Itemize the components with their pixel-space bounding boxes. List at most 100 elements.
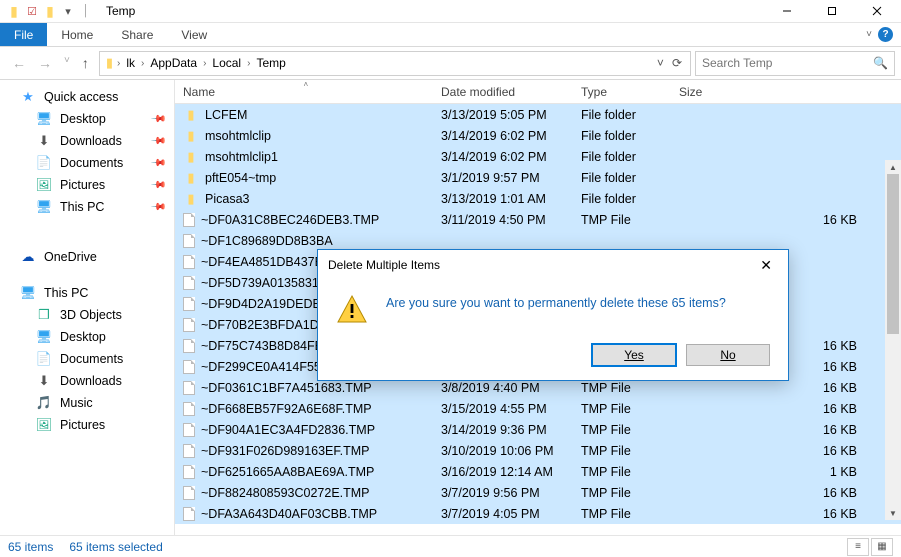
column-size[interactable]: Size	[671, 80, 901, 103]
breadcrumb-segment[interactable]: lk	[122, 56, 139, 70]
search-input[interactable]	[702, 56, 873, 70]
file-row[interactable]: ~DF931F026D989163EF.TMP3/10/2019 10:06 P…	[175, 440, 901, 461]
chevron-right-icon[interactable]: ›	[141, 58, 144, 69]
dialog-body: Are you sure you want to permanently del…	[318, 280, 788, 344]
sidebar-item[interactable]: ❒3D Objects	[0, 304, 174, 326]
breadcrumb-segment[interactable]: Temp	[252, 56, 289, 70]
pin-icon: 📌	[149, 111, 166, 128]
pic-icon: 🖼	[36, 417, 52, 433]
delete-confirmation-dialog: Delete Multiple Items ✕ Are you sure you…	[317, 249, 789, 381]
quick-access-header[interactable]: ★ Quick access	[0, 86, 174, 108]
scroll-down-icon[interactable]: ▼	[885, 506, 901, 520]
qat-item[interactable]: ☑	[24, 3, 40, 19]
view-thumbnails-button[interactable]: ▦	[871, 538, 893, 556]
view-details-button[interactable]: ≡	[847, 538, 869, 556]
back-button[interactable]: ←	[12, 55, 26, 71]
file-row[interactable]: ▮Picasa33/13/2019 1:01 AMFile folder	[175, 188, 901, 209]
maximize-button[interactable]	[809, 0, 854, 22]
music-icon: 🎵	[36, 395, 52, 411]
qat-overflow[interactable]: ▾	[60, 3, 76, 19]
tab-view[interactable]: View	[167, 23, 221, 46]
file-row[interactable]: ~DFA3A643D40AF03CBB.TMP3/7/2019 4:05 PMT…	[175, 503, 901, 524]
sidebar-item-label: Pictures	[60, 178, 105, 192]
scroll-up-icon[interactable]: ▲	[885, 160, 901, 174]
chevron-right-icon[interactable]: ›	[117, 58, 120, 69]
nav-arrows: ← → ˅ ↑	[6, 55, 95, 71]
column-date[interactable]: Date modified	[433, 80, 573, 103]
yes-button[interactable]: Yes	[592, 344, 676, 366]
window-controls	[764, 0, 899, 22]
desktop-icon: 🖥	[36, 111, 52, 127]
sidebar-item[interactable]: ⬇Downloads	[0, 370, 174, 392]
file-icon	[183, 381, 195, 395]
file-row[interactable]: ~DF6251665AA8BAE69A.TMP3/16/2019 12:14 A…	[175, 461, 901, 482]
tab-home[interactable]: Home	[47, 23, 107, 46]
ribbon-expand-icon[interactable]: ˅	[866, 29, 872, 40]
sidebar-item[interactable]: 🖥This PC📌	[0, 196, 174, 218]
file-row[interactable]: ~DF8824808593C0272E.TMP3/7/2019 9:56 PMT…	[175, 482, 901, 503]
file-row[interactable]: ~DF904A1EC3A4FD2836.TMP3/14/2019 9:36 PM…	[175, 419, 901, 440]
pic-icon: 🖼	[36, 177, 52, 193]
tab-share[interactable]: Share	[107, 23, 167, 46]
refresh-icon[interactable]: ⟳	[672, 56, 682, 70]
sidebar-item[interactable]: 🖥Desktop📌	[0, 108, 174, 130]
file-icon	[183, 318, 195, 332]
file-name: ~DF904A1EC3A4FD2836.TMP	[201, 423, 375, 437]
file-row[interactable]: ~DF1C89689DD8B3BA	[175, 230, 901, 251]
sidebar-item[interactable]: 📄Documents📌	[0, 152, 174, 174]
recent-dropdown[interactable]: ˅	[64, 55, 70, 71]
file-name: Picasa3	[205, 192, 249, 206]
file-type: TMP File	[573, 381, 671, 395]
file-name: ~DF8824808593C0272E.TMP	[201, 486, 370, 500]
file-size: 16 KB	[671, 507, 901, 521]
breadcrumb-segment[interactable]: Local	[208, 56, 245, 70]
file-row[interactable]: ▮msohtmlclip13/14/2019 6:02 PMFile folde…	[175, 146, 901, 167]
vertical-scrollbar[interactable]: ▲ ▼	[885, 160, 901, 520]
tab-file[interactable]: File	[0, 23, 47, 46]
file-icon	[183, 339, 195, 353]
down-icon: ⬇	[36, 133, 52, 149]
no-button[interactable]: No	[686, 344, 770, 366]
scroll-thumb[interactable]	[887, 174, 899, 334]
this-pc-header[interactable]: 🖥 This PC	[0, 282, 174, 304]
file-icon	[183, 402, 195, 416]
sidebar-item[interactable]: 🖼Pictures	[0, 414, 174, 436]
dialog-titlebar: Delete Multiple Items ✕	[318, 250, 788, 280]
sidebar-item[interactable]: 🎵Music	[0, 392, 174, 414]
file-name: ~DF931F026D989163EF.TMP	[201, 444, 370, 458]
file-row[interactable]: ▮pftE054~tmp3/1/2019 9:57 PMFile folder	[175, 167, 901, 188]
doc-icon: 📄	[36, 155, 52, 171]
dialog-close-button[interactable]: ✕	[754, 257, 778, 274]
sidebar-item[interactable]: ⬇Downloads📌	[0, 130, 174, 152]
doc-icon: 📄	[36, 351, 52, 367]
file-row[interactable]: ▮LCFEM3/13/2019 5:05 PMFile folder	[175, 104, 901, 125]
navigation-pane: ★ Quick access 🖥Desktop📌⬇Downloads📌📄Docu…	[0, 80, 175, 542]
help-icon[interactable]: ?	[878, 27, 893, 42]
chevron-right-icon[interactable]: ›	[247, 58, 250, 69]
file-row[interactable]: ~DF0A31C8BEC246DEB3.TMP3/11/2019 4:50 PM…	[175, 209, 901, 230]
breadcrumb[interactable]: ▮ › lk › AppData › Local › Temp ˅ ⟳	[99, 51, 691, 76]
sidebar-item[interactable]: 📄 Documents	[0, 348, 174, 370]
file-type: File folder	[573, 129, 671, 143]
file-row[interactable]: ▮msohtmlclip3/14/2019 6:02 PMFile folder	[175, 125, 901, 146]
search-box[interactable]: 🔍	[695, 51, 895, 76]
forward-button[interactable]: →	[38, 55, 52, 71]
file-date: 3/14/2019 6:02 PM	[433, 150, 573, 164]
search-icon[interactable]: 🔍	[873, 56, 888, 70]
dialog-message: Are you sure you want to permanently del…	[386, 294, 726, 310]
minimize-button[interactable]	[764, 0, 809, 22]
sidebar-item-label: Documents	[60, 352, 123, 366]
column-type[interactable]: Type	[573, 80, 671, 103]
file-name: ~DF5D739A01358312	[201, 276, 326, 290]
onedrive-header[interactable]: ☁ OneDrive	[0, 246, 174, 268]
column-name[interactable]: Name ˄	[175, 80, 433, 103]
file-row[interactable]: ~DF668EB57F92A6E68F.TMP3/15/2019 4:55 PM…	[175, 398, 901, 419]
up-button[interactable]: ↑	[82, 55, 89, 71]
breadcrumb-segment[interactable]: AppData	[146, 56, 201, 70]
close-button[interactable]	[854, 0, 899, 22]
file-type: TMP File	[573, 465, 671, 479]
address-dropdown-icon[interactable]: ˅	[657, 56, 664, 70]
sidebar-item[interactable]: 🖼Pictures📌	[0, 174, 174, 196]
sidebar-item[interactable]: 🖥Desktop	[0, 326, 174, 348]
chevron-right-icon[interactable]: ›	[203, 58, 206, 69]
